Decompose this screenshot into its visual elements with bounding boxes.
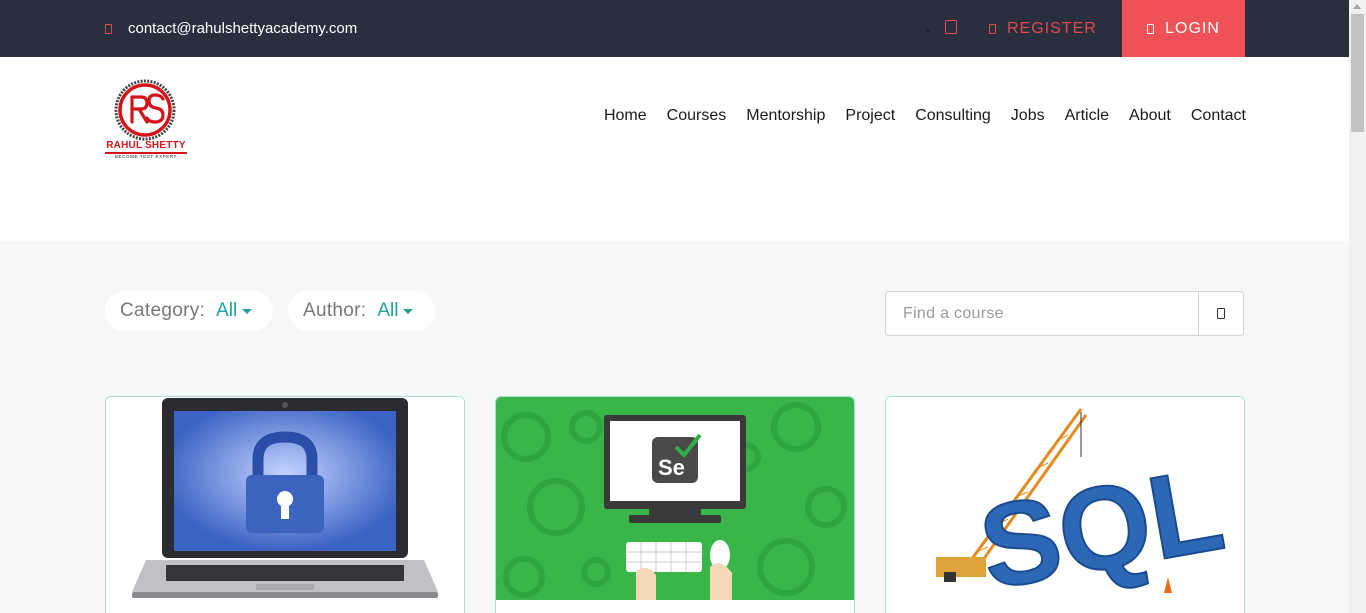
cart-icon[interactable] bbox=[945, 20, 957, 34]
author-filter-value: All bbox=[377, 300, 399, 321]
nav-mentorship[interactable]: Mentorship bbox=[746, 107, 825, 125]
lock-icon bbox=[1147, 23, 1155, 34]
course-search-input[interactable] bbox=[886, 292, 1198, 335]
contact-email-link[interactable]: contact@rahulshettyacademy.com bbox=[105, 0, 357, 57]
scrollbar-thumb[interactable] bbox=[1351, 14, 1364, 132]
course-search bbox=[885, 291, 1244, 336]
login-button[interactable]: LOGIN bbox=[1122, 0, 1245, 57]
register-button[interactable]: REGISTER bbox=[989, 0, 1097, 57]
register-label: REGISTER bbox=[1007, 19, 1097, 37]
top-bar: contact@rahulshettyacademy.com REGISTER … bbox=[0, 0, 1349, 57]
login-label: LOGIN bbox=[1165, 19, 1220, 37]
nav-jobs[interactable]: Jobs bbox=[1011, 107, 1045, 125]
user-icon bbox=[989, 23, 996, 34]
logo-tagline: BECOME TEST EXPERT bbox=[114, 154, 178, 159]
contact-email-text: contact@rahulshettyacademy.com bbox=[128, 20, 358, 37]
envelope-icon bbox=[105, 23, 112, 34]
nav-about[interactable]: About bbox=[1129, 107, 1171, 125]
course-card[interactable] bbox=[105, 396, 465, 613]
course-card[interactable]: SQL bbox=[885, 396, 1245, 613]
page-scrollbar[interactable] bbox=[1349, 0, 1366, 613]
category-filter-label: Category: bbox=[120, 300, 206, 321]
site-header: RAHUL SHETTY BECOME TEST EXPERT Home Cou… bbox=[0, 57, 1349, 241]
category-filter-value: All bbox=[216, 300, 238, 321]
scroll-up-icon[interactable] bbox=[1353, 4, 1361, 9]
selenium-computer-icon: Se bbox=[496, 397, 854, 600]
logo-emblem-icon bbox=[114, 79, 176, 141]
main-nav: Home Courses Mentorship Project Consulti… bbox=[604, 107, 1246, 125]
logo-name: RAHUL SHETTY bbox=[106, 140, 186, 151]
author-filter-dropdown[interactable]: Author: All bbox=[288, 291, 435, 331]
page: contact@rahulshettyacademy.com REGISTER … bbox=[0, 0, 1366, 613]
laptop-padlock-icon bbox=[106, 397, 464, 600]
course-card[interactable]: Se bbox=[495, 396, 855, 613]
nav-project[interactable]: Project bbox=[845, 107, 895, 125]
nav-contact[interactable]: Contact bbox=[1191, 107, 1246, 125]
search-icon bbox=[1217, 308, 1225, 319]
nav-article[interactable]: Article bbox=[1065, 107, 1109, 125]
site-logo[interactable]: RAHUL SHETTY BECOME TEST EXPERT bbox=[105, 77, 187, 161]
svg-text:Se: Se bbox=[658, 455, 685, 480]
nav-consulting[interactable]: Consulting bbox=[915, 107, 991, 125]
category-filter-dropdown[interactable]: Category: All bbox=[105, 291, 273, 331]
search-button[interactable] bbox=[1198, 292, 1243, 335]
caret-down-icon bbox=[403, 308, 414, 314]
sql-crane-icon: SQL bbox=[886, 397, 1244, 600]
divider-dot bbox=[927, 29, 930, 32]
nav-home[interactable]: Home bbox=[604, 107, 647, 125]
caret-down-icon bbox=[242, 308, 253, 314]
author-filter-label: Author: bbox=[303, 300, 367, 321]
nav-courses[interactable]: Courses bbox=[667, 107, 727, 125]
